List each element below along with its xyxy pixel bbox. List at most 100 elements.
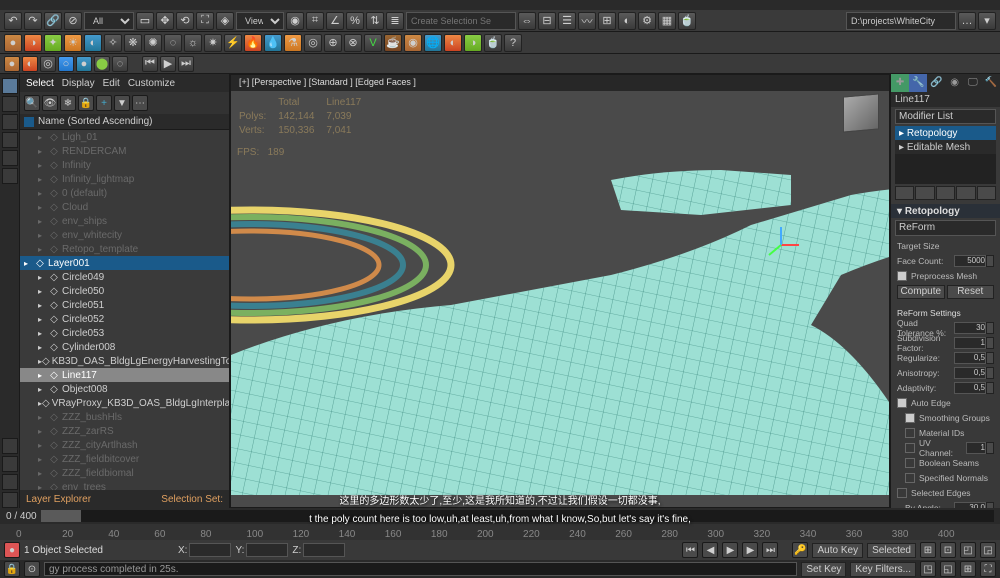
stack-remove-icon[interactable] [956, 186, 975, 200]
move-icon[interactable]: ✥ [156, 12, 174, 30]
icon-2[interactable]: ◑ [24, 34, 42, 52]
tree-item[interactable]: ▸◇RENDERCAM [20, 144, 229, 158]
tree-item[interactable]: ▸◇Circle052 [20, 312, 229, 326]
icon-23[interactable]: ◐ [444, 34, 462, 52]
icon-15[interactable]: ⚗ [284, 34, 302, 52]
time-ruler[interactable]: 0204060801001201401601802002202402602803… [0, 524, 1000, 540]
nav-5-icon[interactable]: ◳ [920, 561, 936, 577]
goto-end-icon[interactable]: ⏭ [762, 542, 778, 558]
t3-4[interactable]: ○ [58, 56, 74, 72]
side-btn-3[interactable] [2, 114, 18, 130]
icon-20[interactable]: ☕ [384, 34, 402, 52]
tree-item[interactable]: ▸◇Retopo_template [20, 242, 229, 256]
anisotropy-input[interactable] [954, 367, 986, 379]
icon-5[interactable]: ◐ [84, 34, 102, 52]
tree-item[interactable]: ▸◇Cylinder008 [20, 340, 229, 354]
icon-22[interactable]: 🌐 [424, 34, 442, 52]
side-btn-2[interactable] [2, 96, 18, 112]
viewport[interactable]: [+] [Perspective ] [Standard ] [Edged Fa… [230, 74, 890, 508]
z-input[interactable] [303, 543, 345, 557]
compute-button[interactable]: Compute [897, 285, 945, 299]
exp-eye-icon[interactable]: 👁 [42, 95, 58, 111]
preprocess-checkbox[interactable] [897, 271, 907, 281]
render-frame-icon[interactable]: ▦ [658, 12, 676, 30]
nav-7-icon[interactable]: ⊞ [960, 561, 976, 577]
cp-tab-hierarchy[interactable]: 🔗 [927, 74, 945, 92]
uvchan-input[interactable] [966, 442, 986, 454]
tree-item[interactable]: ▸◇ZZZ_bushHls [20, 410, 229, 424]
curve-editor-icon[interactable]: 〰 [578, 12, 596, 30]
goto-start-icon[interactable]: ⏮ [682, 542, 698, 558]
cp-tab-display[interactable]: 🖵 [964, 74, 982, 92]
icon-11[interactable]: ✷ [204, 34, 222, 52]
retopo-mode-dropdown[interactable]: ReForm [895, 220, 996, 236]
modifier-list-dropdown[interactable]: Modifier List [895, 109, 996, 124]
tab-select[interactable]: Select [26, 78, 54, 89]
exp-filter-icon[interactable]: ▼ [114, 95, 130, 111]
face-count-input[interactable] [954, 255, 986, 267]
workspace-icon[interactable]: ▾ [978, 12, 996, 30]
t3-1[interactable]: ● [4, 56, 20, 72]
scale-icon[interactable]: ⛶ [196, 12, 214, 30]
smoothing-checkbox[interactable] [905, 413, 915, 423]
tree-item[interactable]: ▸◇Object008 [20, 382, 229, 396]
icon-3[interactable]: ✦ [44, 34, 62, 52]
icon-17[interactable]: ⊕ [324, 34, 342, 52]
tree-item[interactable]: ▸◇Cloud [20, 200, 229, 214]
tree-item[interactable]: ▸◇env_trees [20, 480, 229, 490]
cp-tab-create[interactable]: ✚ [891, 74, 909, 92]
undo-icon[interactable]: ↶ [4, 12, 22, 30]
unlink-icon[interactable]: ⊘ [64, 12, 82, 30]
exp-freeze-icon[interactable]: ❄ [60, 95, 76, 111]
cp-tab-motion[interactable]: ◉ [946, 74, 964, 92]
mod-retopology[interactable]: ▸ Retopology [895, 126, 996, 140]
maxscript-listener[interactable] [44, 562, 797, 576]
boolean-checkbox[interactable] [905, 458, 915, 468]
icon-1[interactable]: ● [4, 34, 22, 52]
auto-edge-checkbox[interactable] [897, 398, 907, 408]
selection-filter[interactable]: All [84, 12, 134, 30]
icon-16[interactable]: ◎ [304, 34, 322, 52]
x-input[interactable] [189, 543, 231, 557]
nav-3-icon[interactable]: ◰ [960, 542, 976, 558]
auto-key-button[interactable]: Auto Key [812, 543, 863, 558]
normals-checkbox[interactable] [905, 473, 915, 483]
set-key-button[interactable]: Set Key [801, 562, 846, 577]
matids-checkbox[interactable] [905, 428, 915, 438]
quad-tol-input[interactable] [954, 322, 986, 334]
adaptivity-input[interactable] [954, 382, 986, 394]
play-end-icon[interactable]: ⏭ [178, 56, 194, 72]
icon-24[interactable]: ◑ [464, 34, 482, 52]
redo-icon[interactable]: ↷ [24, 12, 42, 30]
uvchan-checkbox[interactable] [905, 443, 915, 453]
isolate-icon[interactable]: ⊙ [24, 561, 40, 577]
tree-item[interactable]: ▸◇Ligh_01 [20, 130, 229, 144]
align-icon[interactable]: ⊟ [538, 12, 556, 30]
t3-2[interactable]: ◐ [22, 56, 38, 72]
prev-frame-icon[interactable]: ◀ [702, 542, 718, 558]
icon-7[interactable]: ❋ [124, 34, 142, 52]
t3-5[interactable]: ● [76, 56, 92, 72]
tree-item[interactable]: ▸◇0 (default) [20, 186, 229, 200]
timeline-slider[interactable] [41, 510, 994, 522]
tree-item[interactable]: ▸◇Circle053 [20, 326, 229, 340]
scene-tree[interactable]: ▸◇Ligh_01▸◇RENDERCAM▸◇Infinity▸◇Infinity… [20, 130, 229, 490]
t3-3[interactable]: ◎ [40, 56, 56, 72]
render-setup-icon[interactable]: ⚙ [638, 12, 656, 30]
project-path[interactable] [846, 12, 956, 30]
render-icon[interactable]: 🍵 [678, 12, 696, 30]
tree-item[interactable]: ▸◇Layer001 [20, 256, 229, 270]
tree-item[interactable]: ▸◇Infinity_lightmap [20, 172, 229, 186]
layers-icon[interactable]: ☰ [558, 12, 576, 30]
exp-lock-icon[interactable]: 🔒 [78, 95, 94, 111]
play-start-icon[interactable]: ⏮ [142, 56, 158, 72]
play-icon[interactable]: ▶ [160, 56, 176, 72]
tree-item[interactable]: ▸◇Circle050 [20, 284, 229, 298]
rollout-retopology[interactable]: ▾ Retopology [891, 204, 1000, 218]
explorer-column-header[interactable]: Name (Sorted Ascending) [20, 114, 229, 130]
icon-10[interactable]: ☼ [184, 34, 202, 52]
icon-vray[interactable]: V [364, 34, 382, 52]
tab-edit[interactable]: Edit [103, 78, 120, 89]
tree-item[interactable]: ▸◇VRayProxy_KB3D_OAS_BldgLgInterplanetar… [20, 396, 229, 410]
side-btn-1[interactable] [2, 78, 18, 94]
